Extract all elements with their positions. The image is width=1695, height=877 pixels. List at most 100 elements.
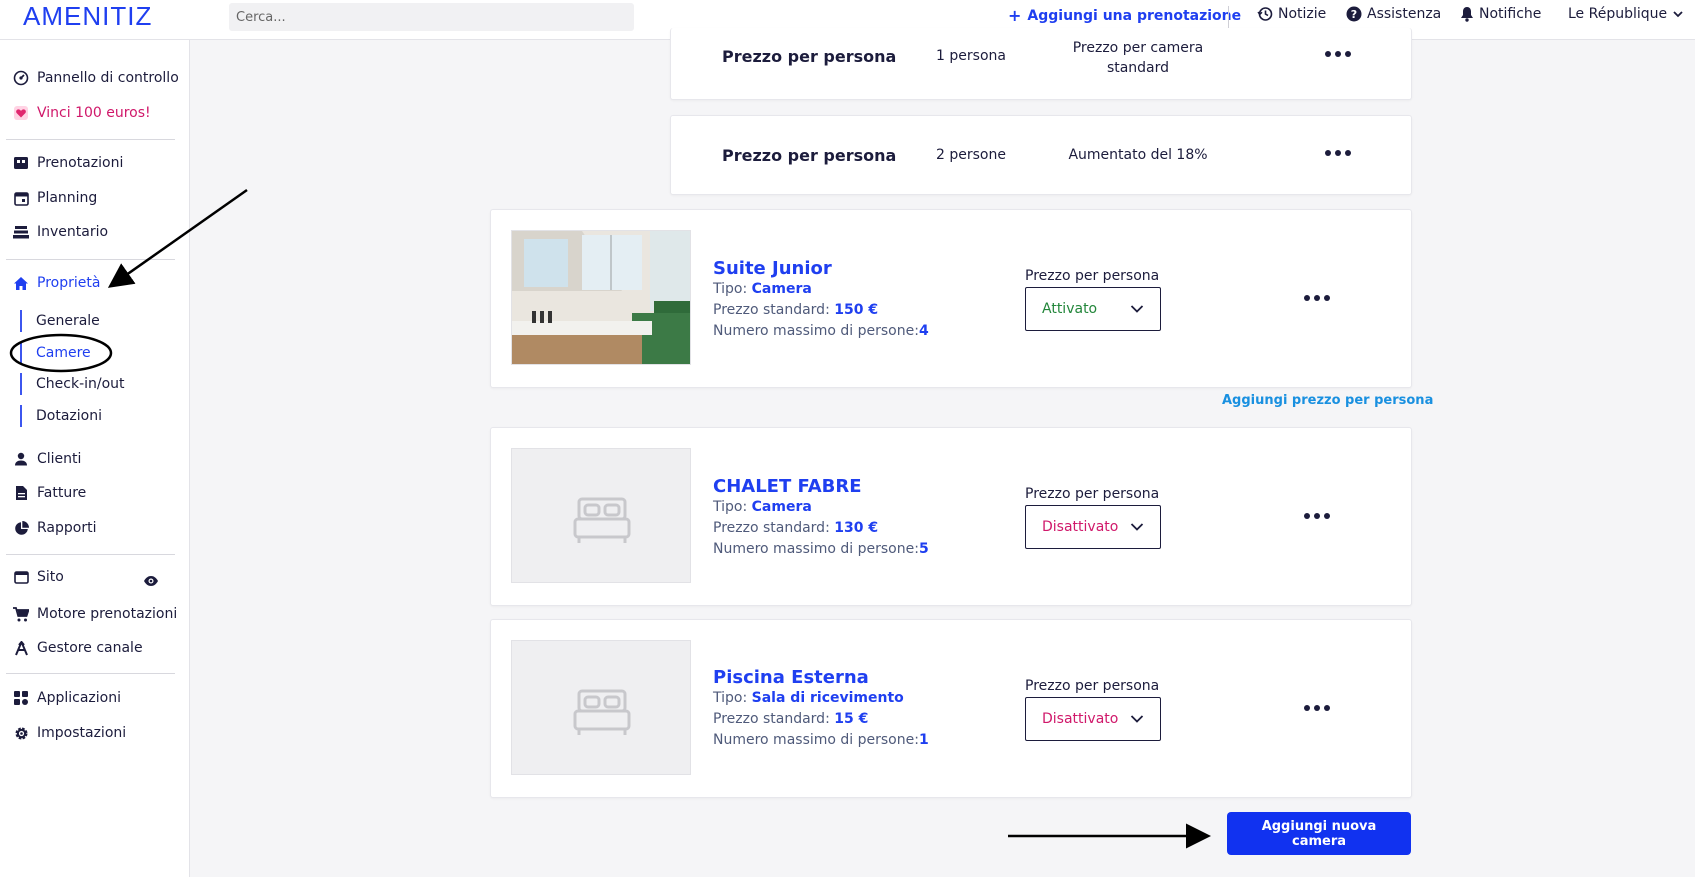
price-rule-value-line1: Prezzo per camera bbox=[1072, 40, 1204, 56]
apps-icon bbox=[13, 690, 29, 706]
sidebar-divider bbox=[6, 139, 175, 140]
room-max-label: Numero massimo di persone: bbox=[713, 732, 919, 748]
room-card: Piscina Esterna Tipo: Sala di riceviment… bbox=[490, 619, 1412, 798]
room-max-persons: Numero massimo di persone:4 bbox=[713, 323, 929, 339]
header-divider bbox=[1228, 6, 1229, 28]
room-type-label: Tipo: bbox=[713, 499, 752, 515]
sidebar-item-label: Applicazioni bbox=[37, 690, 121, 706]
chevron-down-icon bbox=[1130, 712, 1144, 728]
property-name: Le République bbox=[1568, 6, 1668, 22]
room-type-value: Camera bbox=[751, 281, 812, 297]
sidebar-item-property[interactable]: Proprietà bbox=[13, 275, 100, 291]
more-options-icon[interactable] bbox=[1325, 51, 1351, 57]
bell-icon bbox=[1460, 6, 1474, 22]
sidebar-item-label: Sito bbox=[37, 569, 64, 585]
room-photo[interactable] bbox=[511, 230, 691, 365]
add-price-per-person-link[interactable]: Aggiungi prezzo per persona bbox=[1222, 393, 1433, 408]
room-photo-placeholder[interactable] bbox=[511, 640, 691, 775]
sidebar-subitem-rooms[interactable]: Camere bbox=[20, 342, 91, 364]
news-label: Notizie bbox=[1278, 6, 1327, 22]
notifications-link[interactable]: Notifiche bbox=[1460, 6, 1541, 22]
price-rule-persons: 2 persone bbox=[936, 147, 1006, 163]
help-link[interactable]: ? Assistenza bbox=[1346, 6, 1441, 22]
sidebar-item-site[interactable]: Sito bbox=[13, 569, 64, 585]
room-max-label: Numero massimo di persone: bbox=[713, 541, 919, 557]
gauge-icon bbox=[13, 70, 29, 86]
user-icon bbox=[13, 451, 29, 467]
sidebar-item-booking-engine[interactable]: Motore prenotazioni bbox=[13, 606, 177, 622]
room-type: Tipo: Sala di ricevimento bbox=[713, 690, 904, 706]
price-rule-card: Prezzo per persona 2 persone Aumentato d… bbox=[670, 115, 1412, 195]
chevron-down-icon bbox=[1672, 9, 1684, 19]
pricing-status-value: Attivato bbox=[1042, 301, 1098, 317]
room-type-value: Camera bbox=[751, 499, 812, 515]
sidebar-item-label: Vinci 100 euros! bbox=[37, 105, 151, 121]
search-input[interactable] bbox=[229, 3, 634, 31]
price-rule-label: Prezzo per persona bbox=[722, 146, 897, 165]
room-price-value: 150 € bbox=[834, 302, 879, 318]
room-photo-placeholder[interactable] bbox=[511, 448, 691, 583]
eye-icon[interactable] bbox=[143, 572, 159, 591]
more-options-icon[interactable] bbox=[1304, 295, 1330, 301]
room-name[interactable]: Piscina Esterna bbox=[713, 667, 869, 688]
cart-icon bbox=[13, 606, 29, 622]
room-price-value: 15 € bbox=[834, 711, 869, 727]
pricing-select-label: Prezzo per persona bbox=[1025, 486, 1160, 502]
invoice-icon bbox=[13, 485, 29, 501]
room-price: Prezzo standard: 150 € bbox=[713, 302, 878, 318]
room-name[interactable]: CHALET FABRE bbox=[713, 476, 862, 497]
plus-icon: + bbox=[1008, 6, 1022, 25]
sidebar-item-planning[interactable]: Planning bbox=[13, 190, 97, 206]
sidebar-subitem-checkin[interactable]: Check-in/out bbox=[20, 373, 125, 395]
add-booking-link[interactable]: + Aggiungi una prenotazione bbox=[1008, 6, 1241, 25]
room-type-value: Sala di ricevimento bbox=[751, 690, 904, 706]
add-room-button[interactable]: Aggiungi nuova camera bbox=[1227, 812, 1411, 855]
more-options-icon[interactable] bbox=[1304, 705, 1330, 711]
notifications-label: Notifiche bbox=[1479, 6, 1542, 22]
gear-icon bbox=[13, 725, 29, 741]
price-rule-label: Prezzo per persona bbox=[722, 47, 897, 66]
more-options-icon[interactable] bbox=[1325, 150, 1351, 156]
app-logo[interactable]: AMENITIZ bbox=[23, 0, 152, 32]
price-rule-value-line2: standard bbox=[1106, 60, 1170, 76]
sidebar-item-label: Prenotazioni bbox=[37, 155, 124, 171]
pricing-status-select[interactable]: Attivato bbox=[1025, 287, 1161, 331]
more-options-icon[interactable] bbox=[1304, 513, 1330, 519]
sidebar-item-label: Inventario bbox=[37, 224, 109, 240]
sidebar-item-invoices[interactable]: Fatture bbox=[13, 485, 86, 501]
room-price-label: Prezzo standard: bbox=[713, 302, 835, 318]
sidebar-item-settings[interactable]: Impostazioni bbox=[13, 725, 126, 741]
sidebar-subitem-amenities[interactable]: Dotazioni bbox=[20, 405, 102, 427]
sidebar-item-label: Planning bbox=[37, 190, 98, 206]
sidebar-divider bbox=[6, 554, 175, 555]
price-rule-persons: 1 persona bbox=[936, 48, 1006, 64]
room-type-label: Tipo: bbox=[713, 281, 752, 297]
heart-icon bbox=[13, 105, 29, 121]
sidebar-item-apps[interactable]: Applicazioni bbox=[13, 690, 121, 706]
pricing-status-select[interactable]: Disattivato bbox=[1025, 505, 1161, 549]
room-name[interactable]: Suite Junior bbox=[713, 258, 832, 279]
sidebar-item-dashboard[interactable]: Pannello di controllo bbox=[13, 70, 179, 86]
room-card: Suite Junior Tipo: Camera Prezzo standar… bbox=[490, 209, 1412, 388]
price-rule-value: Prezzo per camera standard bbox=[1058, 38, 1218, 78]
sidebar-item-bookings[interactable]: Prenotazioni bbox=[13, 155, 123, 171]
sidebar-subitem-general[interactable]: Generale bbox=[20, 310, 100, 332]
room-max-value: 1 bbox=[918, 732, 929, 748]
sidebar-item-label: Fatture bbox=[37, 485, 87, 501]
stack-icon bbox=[13, 224, 29, 240]
pricing-status-select[interactable]: Disattivato bbox=[1025, 697, 1161, 741]
pricing-status-value: Disattivato bbox=[1042, 519, 1119, 535]
help-label: Assistenza bbox=[1367, 6, 1442, 22]
news-link[interactable]: Notizie bbox=[1257, 6, 1326, 22]
room-max-value: 4 bbox=[918, 323, 929, 339]
sidebar-item-reports[interactable]: Rapporti bbox=[13, 520, 96, 536]
sidebar-item-label: Motore prenotazioni bbox=[37, 606, 178, 622]
sidebar-item-clients[interactable]: Clienti bbox=[13, 451, 81, 467]
sidebar-item-referral[interactable]: Vinci 100 euros! bbox=[13, 105, 151, 121]
room-max-persons: Numero massimo di persone:5 bbox=[713, 541, 929, 557]
property-switcher[interactable]: Le République bbox=[1568, 6, 1684, 22]
sidebar-item-inventory[interactable]: Inventario bbox=[13, 224, 108, 240]
browser-icon bbox=[13, 569, 29, 585]
pricing-status-value: Disattivato bbox=[1042, 711, 1119, 727]
sidebar-item-channel-manager[interactable]: Gestore canale bbox=[13, 640, 143, 656]
